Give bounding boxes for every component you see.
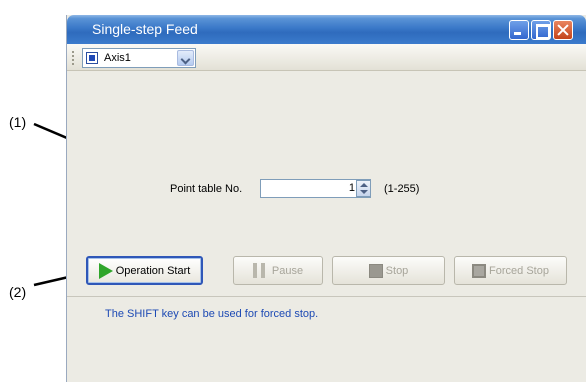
stop-icon [368, 263, 383, 278]
single-step-feed-window: Single-step Feed Axis1 Point table No. 1 [66, 15, 586, 382]
title-bar[interactable]: Single-step Feed [67, 15, 586, 44]
toolbar: Axis1 [67, 44, 586, 71]
chevron-down-icon[interactable] [177, 50, 194, 66]
point-table-range: (1-255) [384, 183, 420, 195]
pause-label: Pause [271, 264, 304, 277]
axis-icon [86, 52, 98, 64]
operation-start-button[interactable]: Operation Start [86, 256, 203, 285]
spin-up-icon[interactable] [360, 183, 368, 187]
stage: (1) (2) Single-step Feed Axis1 Point tab… [0, 0, 586, 382]
point-table-spinner[interactable] [356, 180, 371, 197]
pause-icon [252, 263, 265, 278]
callout-label-2: (2) [9, 284, 27, 300]
toolbar-grip-icon[interactable] [72, 51, 74, 65]
point-table-input[interactable]: 1 [260, 179, 371, 198]
spin-down-icon[interactable] [360, 190, 368, 194]
point-table-label: Point table No. [170, 183, 243, 195]
play-icon [98, 262, 113, 279]
divider [67, 296, 586, 297]
axis-select[interactable]: Axis1 [82, 48, 196, 68]
forced-stop-hint: The SHIFT key can be used for forced sto… [105, 308, 319, 320]
forced-stop-icon [472, 263, 487, 278]
point-table-value: 1 [348, 182, 355, 194]
stop-label: Stop [385, 264, 409, 277]
operation-start-label: Operation Start [115, 264, 191, 277]
forced-stop-button[interactable]: Forced Stop [454, 256, 567, 285]
content-area: Point table No. 1 (1-255) Operation Star… [67, 71, 586, 382]
axis-selected-value: Axis1 [104, 52, 131, 64]
forced-stop-label: Forced Stop [489, 264, 549, 277]
stop-button[interactable]: Stop [332, 256, 445, 285]
pause-button[interactable]: Pause [233, 256, 323, 285]
minimize-button[interactable] [509, 20, 529, 40]
window-title: Single-step Feed [92, 21, 198, 37]
callout-label-1: (1) [9, 114, 27, 130]
maximize-button[interactable] [531, 20, 551, 40]
close-button[interactable] [553, 20, 573, 40]
